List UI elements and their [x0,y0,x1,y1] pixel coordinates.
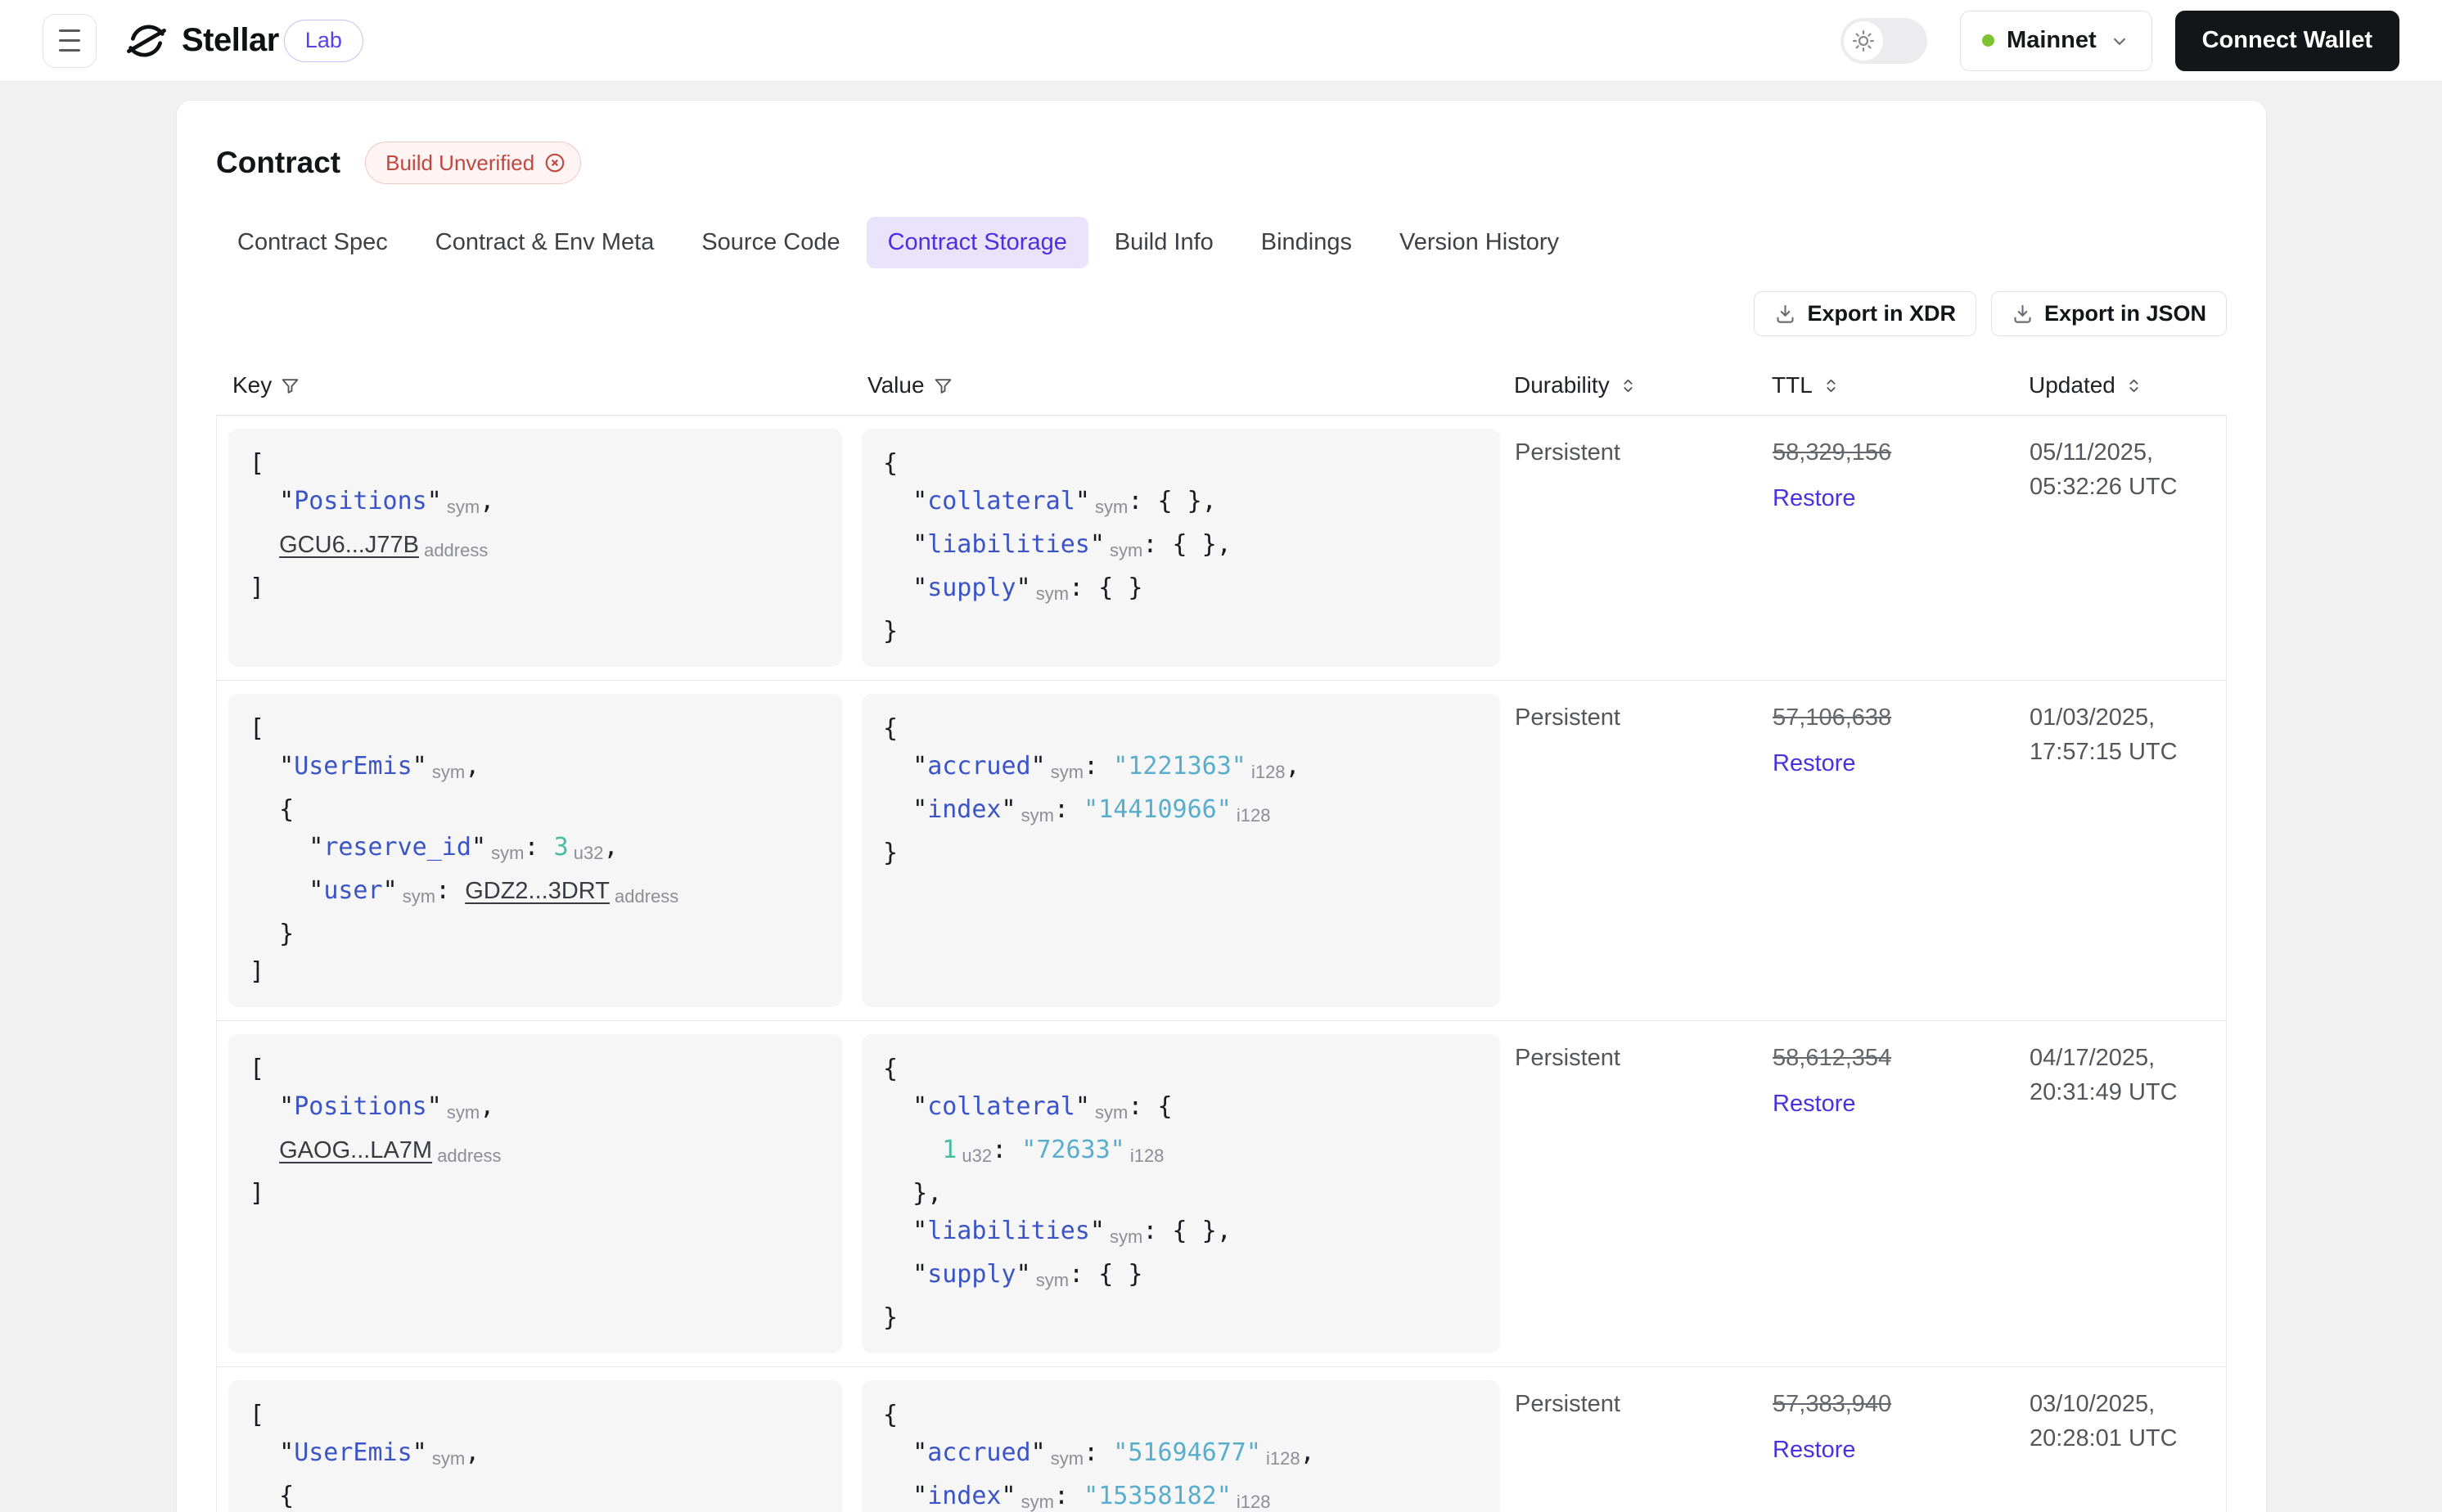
sort-icon[interactable] [1821,376,1841,396]
durability-value: Persistent [1515,439,1620,466]
ttl-cell: 57,383,940 Restore [1766,1380,2023,1512]
address-link[interactable]: GAOG...LA7M [279,1137,432,1163]
storage-value-code: { "accrued" sym: "1221363" i128, "index"… [862,694,1500,1007]
chevron-down-icon [2109,30,2130,52]
storage-value-code: { "collateral" sym: { 1 u32: "72633" i12… [862,1034,1500,1353]
updated-timestamp: 01/03/2025, 17:57:15 UTC [2030,704,2178,765]
download-icon [1774,303,1796,325]
storage-key-code: [ "Positions" sym, GCU6...J77B address] [228,429,842,667]
tab-contract-env-meta[interactable]: Contract & Env Meta [414,217,676,268]
table-row: [ "UserEmis" sym, { "reserve_id" sym: 3 … [217,681,2226,1021]
storage-key-code: [ "UserEmis" sym, { "reserve_id" sym: 3 … [228,694,842,1007]
address-link[interactable]: GDZ2...3DRT [465,878,610,904]
updated-timestamp: 04/17/2025, 20:31:49 UTC [2030,1045,2178,1105]
durability-value: Persistent [1515,1045,1620,1071]
storage-value-code: { "collateral" sym: { }, "liabilities" s… [862,429,1500,667]
column-header-value: Value [861,362,1507,415]
storage-key-code: [ "UserEmis" sym, { "reserve_id" sym: 3 … [228,1380,842,1512]
restore-link[interactable]: Restore [1773,746,2023,781]
page-title: Contract [216,146,341,179]
export-xdr-label: Export in XDR [1807,301,1956,326]
ttl-expired-value: 58,612,354 [1773,1045,1892,1071]
column-header-updated: Updated [2022,362,2225,415]
lab-badge: Lab [283,19,363,62]
build-unverified-badge[interactable]: Build Unverified [365,142,582,184]
ttl-expired-value: 58,329,156 [1773,439,1892,466]
top-bar: Stellar Lab Mainnet Connect Wallet [0,0,2442,82]
storage-value-code: { "accrued" sym: "51694677" i128, "index… [862,1380,1500,1512]
storage-table: Key Value Durability TTL Updated ["Posi… [216,362,2227,1512]
export-toolbar: Export in XDR Export in JSON [216,291,2227,336]
updated-timestamp: 05/11/2025, 05:32:26 UTC [2030,439,2178,500]
ttl-expired-value: 57,383,940 [1773,1391,1892,1417]
filter-icon[interactable] [280,376,300,396]
connect-wallet-button[interactable]: Connect Wallet [2174,10,2399,71]
ttl-expired-value: 57,106,638 [1773,704,1892,731]
export-xdr-button[interactable]: Export in XDR [1754,291,1976,336]
table-body: [ "Positions" sym, GCU6...J77B address]{… [216,416,2227,1512]
light-mode-sun-icon [1844,20,1884,61]
storage-key-code: [ "Positions" sym, GAOG...LA7M address] [228,1034,842,1353]
sort-icon[interactable] [1618,376,1638,396]
stellar-logo-icon [124,19,169,63]
table-row: [ "Positions" sym, GCU6...J77B address]{… [217,416,2226,681]
durability-value: Persistent [1515,704,1620,731]
contract-card: Contract Build Unverified Contract Spec C… [176,100,2267,1512]
column-label: Durability [1514,372,1610,398]
column-header-durability: Durability [1507,362,1765,415]
build-badge-label: Build Unverified [385,150,535,175]
ttl-cell: 57,106,638 Restore [1766,694,2023,1007]
column-label: Updated [2029,372,2115,398]
sort-icon[interactable] [2124,376,2144,396]
export-json-button[interactable]: Export in JSON [1990,291,2227,336]
export-json-label: Export in JSON [2043,301,2206,326]
ttl-cell: 58,612,354 Restore [1766,1034,2023,1353]
column-header-ttl: TTL [1765,362,2022,415]
durability-value: Persistent [1515,1391,1620,1417]
network-selector[interactable]: Mainnet [1960,10,2152,71]
column-label: TTL [1772,372,1813,398]
filter-icon[interactable] [933,376,953,396]
table-row: [ "Positions" sym, GAOG...LA7M address]{… [217,1021,2226,1367]
hamburger-icon [59,29,80,32]
restore-link[interactable]: Restore [1773,481,2023,515]
tab-source-code[interactable]: Source Code [680,217,861,268]
close-circle-icon [543,151,567,175]
tab-bindings[interactable]: Bindings [1240,217,1373,268]
tab-build-info[interactable]: Build Info [1093,217,1235,268]
tabs: Contract Spec Contract & Env Meta Source C… [216,217,2227,268]
download-icon [2012,303,2034,325]
network-status-dot [1982,34,1995,47]
column-label: Value [867,372,925,398]
tab-contract-storage[interactable]: Contract Storage [866,217,1088,268]
column-label: Key [232,372,273,398]
address-link[interactable]: GCU6...J77B [279,532,419,558]
ttl-cell: 58,329,156 Restore [1766,429,2023,667]
table-row: [ "UserEmis" sym, { "reserve_id" sym: 3 … [217,1367,2226,1512]
theme-toggle[interactable] [1841,17,1928,64]
brand-name: Stellar [182,22,279,58]
table-header: Key Value Durability TTL Updated [216,362,2227,416]
restore-link[interactable]: Restore [1773,1087,2023,1121]
hamburger-menu-button[interactable] [43,13,97,68]
tab-version-history[interactable]: Version History [1378,217,1580,268]
column-header-key: Key [216,362,861,415]
restore-link[interactable]: Restore [1773,1433,2023,1467]
network-label: Mainnet [2007,27,2097,53]
updated-timestamp: 03/10/2025, 20:28:01 UTC [2030,1391,2178,1451]
tab-contract-spec[interactable]: Contract Spec [216,217,409,268]
brand[interactable]: Stellar [124,19,279,63]
